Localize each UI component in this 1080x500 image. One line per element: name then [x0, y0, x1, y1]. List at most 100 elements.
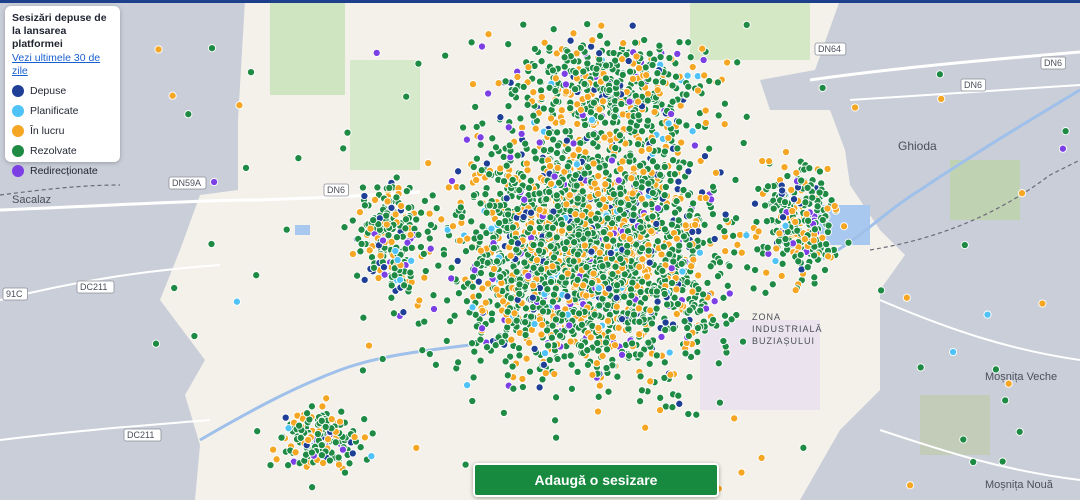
report-marker[interactable] [690, 141, 699, 150]
report-marker[interactable] [631, 179, 640, 188]
report-marker[interactable] [576, 43, 585, 52]
report-marker[interactable] [502, 194, 511, 203]
report-marker[interactable] [590, 179, 599, 188]
report-marker[interactable] [906, 481, 915, 490]
report-marker[interactable] [674, 391, 683, 400]
report-marker[interactable] [601, 74, 610, 83]
report-marker[interactable] [423, 227, 432, 236]
add-report-button[interactable]: Adaugă o sesizare [473, 463, 719, 497]
report-marker[interactable] [603, 39, 612, 48]
report-marker[interactable] [815, 167, 824, 176]
report-marker[interactable] [628, 74, 637, 83]
report-marker[interactable] [367, 452, 376, 461]
report-marker[interactable] [373, 183, 382, 192]
report-marker[interactable] [660, 289, 669, 298]
report-marker[interactable] [689, 199, 698, 208]
report-marker[interactable] [431, 360, 440, 369]
report-marker[interactable] [768, 280, 777, 289]
report-marker[interactable] [701, 118, 710, 127]
report-marker[interactable] [731, 175, 740, 184]
report-marker[interactable] [659, 78, 668, 87]
report-marker[interactable] [645, 258, 654, 267]
report-marker[interactable] [570, 238, 579, 247]
report-marker[interactable] [579, 281, 588, 290]
report-marker[interactable] [304, 435, 313, 444]
report-marker[interactable] [308, 483, 317, 492]
report-marker[interactable] [390, 271, 399, 280]
report-marker[interactable] [595, 200, 604, 209]
report-marker[interactable] [721, 247, 730, 256]
report-marker[interactable] [482, 208, 491, 217]
report-marker[interactable] [935, 70, 944, 79]
report-marker[interactable] [714, 359, 723, 368]
report-marker[interactable] [481, 190, 490, 199]
report-marker[interactable] [643, 96, 652, 105]
report-marker[interactable] [805, 164, 814, 173]
report-marker[interactable] [468, 272, 478, 281]
report-marker[interactable] [489, 244, 498, 253]
report-marker[interactable] [672, 309, 681, 319]
report-marker[interactable] [513, 72, 522, 81]
report-marker[interactable] [548, 223, 557, 232]
report-marker[interactable] [485, 201, 494, 210]
report-marker[interactable] [334, 460, 344, 469]
report-marker[interactable] [508, 175, 517, 184]
report-marker[interactable] [675, 399, 684, 408]
report-marker[interactable] [313, 429, 322, 439]
report-marker[interactable] [470, 347, 479, 356]
report-marker[interactable] [694, 271, 703, 280]
report-marker[interactable] [348, 449, 357, 458]
report-marker[interactable] [778, 186, 787, 195]
report-marker[interactable] [340, 223, 349, 232]
report-marker[interactable] [603, 345, 612, 354]
report-marker[interactable] [601, 180, 610, 189]
report-marker[interactable] [713, 78, 722, 87]
report-marker[interactable] [566, 36, 575, 45]
report-marker[interactable] [345, 459, 354, 468]
report-marker[interactable] [537, 57, 546, 66]
report-marker[interactable] [582, 263, 591, 272]
report-marker[interactable] [473, 259, 482, 268]
report-marker[interactable] [325, 456, 334, 465]
report-marker[interactable] [491, 143, 501, 152]
report-marker[interactable] [552, 97, 561, 106]
report-marker[interactable] [637, 79, 646, 88]
report-marker[interactable] [616, 198, 625, 207]
report-marker[interactable] [669, 257, 678, 266]
report-marker[interactable] [356, 247, 365, 256]
report-marker[interactable] [614, 176, 623, 185]
report-marker[interactable] [715, 258, 725, 267]
report-marker[interactable] [634, 111, 643, 120]
report-marker[interactable] [546, 114, 556, 123]
report-marker[interactable] [554, 178, 564, 187]
report-marker[interactable] [521, 330, 530, 340]
report-marker[interactable] [537, 265, 546, 274]
report-marker[interactable] [660, 147, 669, 156]
report-marker[interactable] [567, 384, 576, 393]
report-marker[interactable] [725, 262, 734, 271]
report-marker[interactable] [420, 196, 429, 205]
report-marker[interactable] [693, 348, 702, 357]
report-marker[interactable] [742, 20, 751, 29]
report-marker[interactable] [660, 162, 669, 171]
report-marker[interactable] [476, 199, 485, 208]
report-marker[interactable] [667, 264, 676, 273]
report-marker[interactable] [508, 223, 517, 232]
report-marker[interactable] [641, 200, 650, 209]
report-marker[interactable] [791, 286, 800, 295]
report-marker[interactable] [573, 119, 582, 128]
report-marker[interactable] [672, 234, 681, 243]
report-marker[interactable] [683, 323, 692, 333]
report-marker[interactable] [545, 128, 554, 138]
report-marker[interactable] [569, 151, 578, 160]
report-marker[interactable] [660, 358, 669, 367]
report-marker[interactable] [519, 172, 528, 181]
report-marker[interactable] [513, 204, 522, 214]
report-marker[interactable] [461, 460, 470, 469]
report-marker[interactable] [553, 163, 562, 172]
report-marker[interactable] [364, 341, 374, 350]
report-marker[interactable] [402, 92, 411, 101]
report-marker[interactable] [673, 144, 682, 153]
report-marker[interactable] [613, 372, 622, 381]
report-marker[interactable] [525, 367, 535, 376]
